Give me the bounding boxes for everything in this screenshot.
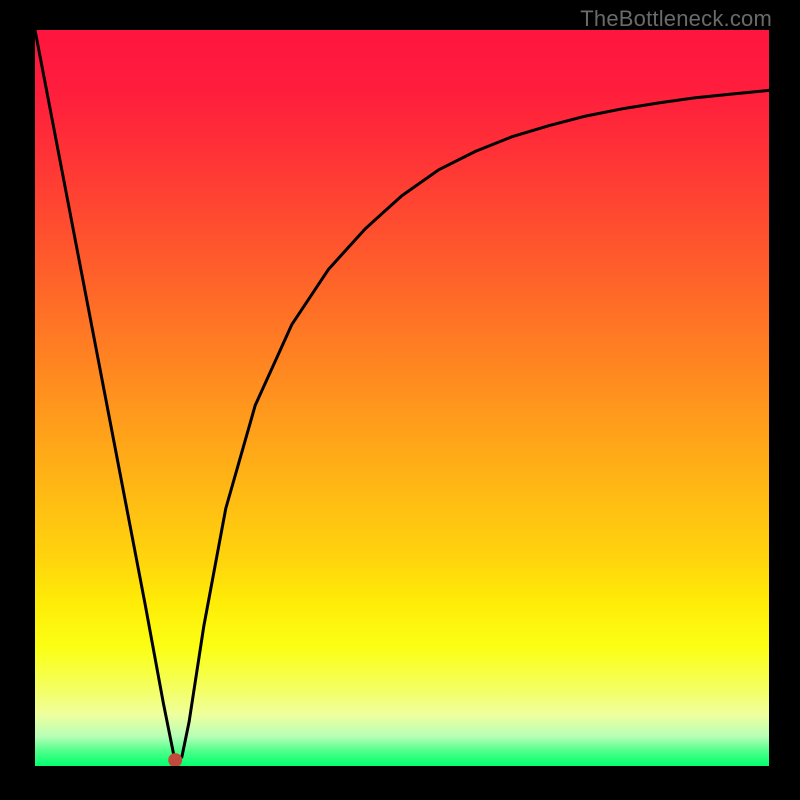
bottleneck-curve bbox=[35, 30, 769, 759]
minimum-marker bbox=[168, 753, 182, 766]
chart-container: TheBottleneck.com bbox=[0, 0, 800, 800]
chart-svg bbox=[35, 30, 769, 766]
watermark-text: TheBottleneck.com bbox=[580, 6, 772, 32]
